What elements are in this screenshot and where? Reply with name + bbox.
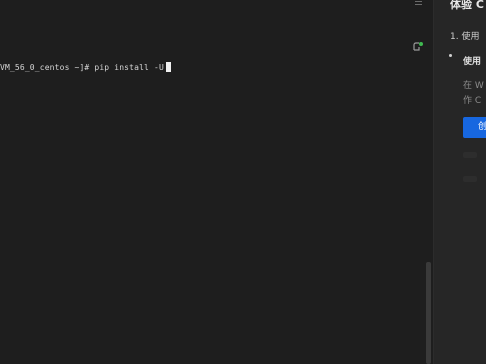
panel-title: 体验 C <box>450 0 484 11</box>
terminal-cursor <box>165 62 171 72</box>
step-description-line-2: 作 C <box>463 96 482 106</box>
bullet-icon <box>449 54 452 57</box>
step-subtitle: 使用 <box>463 57 482 67</box>
terminal-command: pip install -U <box>94 62 164 72</box>
terminal-prompt: VM_56_0_centos ~]# <box>0 62 95 72</box>
terminal-scrollbar-thumb[interactable] <box>426 262 431 364</box>
placeholder-block <box>463 152 477 158</box>
menu-icon[interactable] <box>412 0 424 10</box>
terminal-pane[interactable]: VM_56_0_centos ~]# pip install -U <box>0 0 434 364</box>
app-window: VM_56_0_centos ~]# pip install -U 体验 C 1… <box>0 0 486 364</box>
terminal-command-line[interactable]: VM_56_0_centos ~]# pip install -U <box>0 61 171 73</box>
step-description-line-1: 在 W <box>463 81 484 91</box>
step-heading: 1. 使用 <box>450 32 480 42</box>
connection-status-icon[interactable] <box>412 38 424 51</box>
placeholder-block <box>463 176 477 182</box>
create-button[interactable]: 创 <box>463 117 486 138</box>
guide-panel: 体验 C 1. 使用 使用 在 W 作 C 创 <box>434 0 486 364</box>
